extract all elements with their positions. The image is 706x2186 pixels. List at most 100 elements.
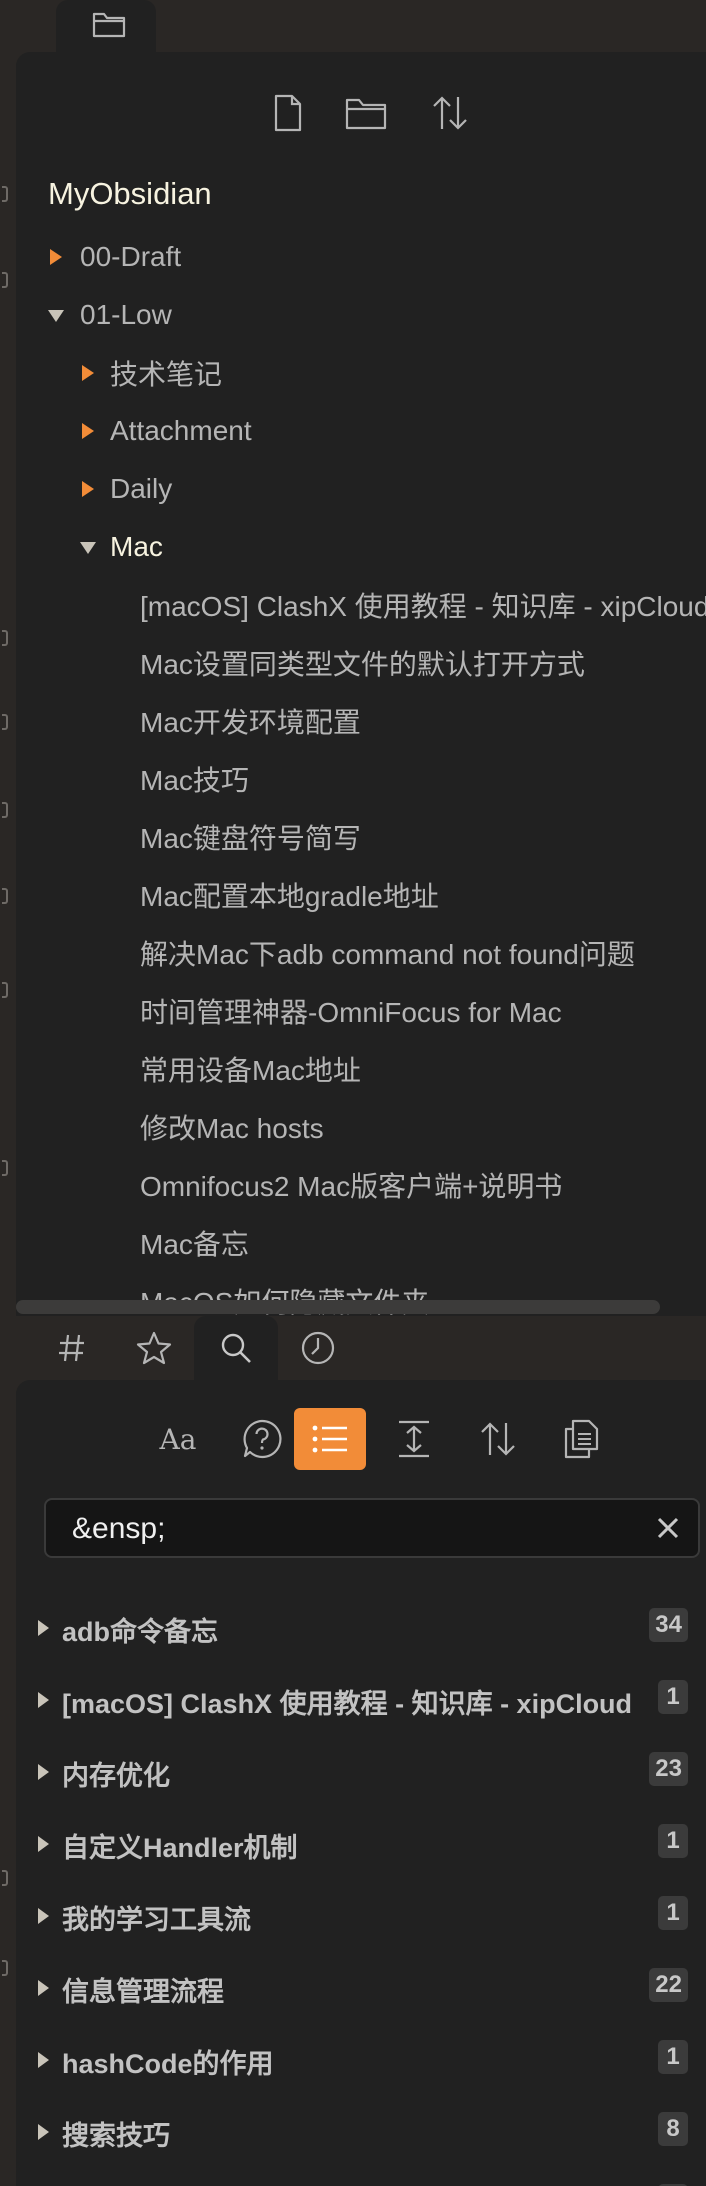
search-result-row[interactable]: adb命令备忘 34 xyxy=(16,1598,706,1658)
match-count-badge: 23 xyxy=(649,1752,688,1786)
sort-icon xyxy=(433,96,467,130)
search-result-title: 信息管理流程 xyxy=(62,1977,224,2007)
tab-recent[interactable] xyxy=(276,1316,360,1380)
chevron-right-icon[interactable] xyxy=(38,1836,49,1852)
ribbon-icon[interactable] xyxy=(2,802,8,818)
tree-item-label: 修改Mac hosts xyxy=(140,1113,324,1144)
chevron-right-icon[interactable] xyxy=(82,481,94,497)
help-icon xyxy=(243,1419,282,1459)
chevron-right-icon[interactable] xyxy=(38,1692,49,1708)
search-result-title: 内存优化 xyxy=(62,1761,170,1791)
chevron-right-icon[interactable] xyxy=(38,1764,49,1780)
tab-file-explorer[interactable] xyxy=(56,0,156,52)
search-result-title: 搜索技巧 xyxy=(62,2121,170,2151)
search-result-row[interactable]: 搜索技巧 8 xyxy=(16,2102,706,2162)
vault-title[interactable]: MyObsidian xyxy=(48,176,212,212)
tree-folder[interactable]: 技术笔记 xyxy=(16,344,706,402)
match-count-badge: 34 xyxy=(649,1608,688,1642)
copy-icon xyxy=(564,1419,599,1459)
tree-file[interactable]: Mac开发环境配置 xyxy=(16,692,706,750)
search-result-row[interactable]: 我的学习工具流 1 xyxy=(16,1886,706,1946)
match-count-badge: 22 xyxy=(649,1968,688,2002)
chevron-right-icon[interactable] xyxy=(82,423,94,439)
clock-icon xyxy=(301,1331,335,1365)
tree-file[interactable]: Mac键盘符号简写 xyxy=(16,808,706,866)
tree-folder[interactable]: Attachment xyxy=(16,402,706,460)
tree-file[interactable]: 解决Mac下adb command not found问题 xyxy=(16,924,706,982)
new-note-button[interactable] xyxy=(264,90,312,136)
tree-file[interactable]: 修改Mac hosts xyxy=(16,1098,706,1156)
chevron-down-icon[interactable] xyxy=(48,310,64,322)
tree-item-label: 01-Low xyxy=(80,299,172,330)
new-folder-icon xyxy=(345,98,387,130)
tree-folder[interactable]: 00-Draft xyxy=(16,228,706,286)
ribbon-icon[interactable] xyxy=(2,272,8,288)
sort-button[interactable] xyxy=(426,90,474,136)
chevron-right-icon[interactable] xyxy=(50,249,62,265)
file-explorer-panel: MyObsidian 00-Draft 01-Low 技术笔记 Attachment D… xyxy=(16,52,706,1316)
match-case-button[interactable]: Aa xyxy=(142,1408,214,1470)
tree-file[interactable]: Mac设置同类型文件的默认打开方式 xyxy=(16,634,706,692)
ribbon-icon[interactable] xyxy=(2,186,8,202)
ribbon-icon[interactable] xyxy=(2,888,8,904)
tree-item-label: 常用设备Mac地址 xyxy=(140,1055,361,1086)
explain-search-toggle[interactable] xyxy=(294,1408,366,1470)
new-folder-button[interactable] xyxy=(342,90,390,136)
ribbon-icon[interactable] xyxy=(2,982,8,998)
clear-search-button[interactable] xyxy=(652,1512,684,1544)
tree-item-label: 解决Mac下adb command not found问题 xyxy=(140,939,635,970)
tree-item-label: Mac设置同类型文件的默认打开方式 xyxy=(140,649,585,680)
chevron-down-icon[interactable] xyxy=(80,542,96,554)
tree-folder[interactable]: 01-Low xyxy=(16,286,706,344)
search-result-title: 自定义Handler机制 xyxy=(62,1833,298,1863)
left-ribbon xyxy=(0,0,16,2186)
tab-search[interactable] xyxy=(194,1316,278,1380)
tree-file[interactable]: 常用设备Mac地址 xyxy=(16,1040,706,1098)
chevron-right-icon[interactable] xyxy=(38,1908,49,1924)
search-result-title: 我的学习工具流 xyxy=(62,1905,251,1935)
search-input[interactable] xyxy=(72,1510,632,1548)
tree-item-label: 时间管理神器-OmniFocus for Mac xyxy=(140,997,562,1028)
horizontal-scrollbar[interactable] xyxy=(16,1300,660,1314)
search-sort-button[interactable] xyxy=(462,1408,534,1470)
chevron-right-icon[interactable] xyxy=(38,2052,49,2068)
expand-icon xyxy=(399,1420,429,1458)
ribbon-icon[interactable] xyxy=(2,1960,8,1976)
search-result-row[interactable]: 基金定投模拟计算2 xyxy=(16,2174,706,2186)
search-result-row[interactable]: 内存优化 23 xyxy=(16,1742,706,1802)
copy-results-button[interactable] xyxy=(546,1408,618,1470)
match-count-badge: 1 xyxy=(658,1680,688,1714)
close-icon xyxy=(657,1517,679,1539)
match-count-badge: 8 xyxy=(658,2112,688,2146)
tree-file[interactable]: Mac配置本地gradle地址 xyxy=(16,866,706,924)
match-case-icon: Aa xyxy=(159,1422,197,1456)
search-box xyxy=(44,1498,700,1558)
tree-file[interactable]: [macOS] ClashX 使用教程 - 知识库 - xipCloud xyxy=(16,576,706,634)
top-tab-strip xyxy=(16,0,706,52)
ribbon-icon[interactable] xyxy=(2,630,8,646)
ribbon-icon[interactable] xyxy=(2,714,8,730)
ribbon-icon[interactable] xyxy=(2,1870,8,1886)
tree-file[interactable]: Omnifocus2 Mac版客户端+说明书 xyxy=(16,1156,706,1214)
chevron-right-icon[interactable] xyxy=(82,365,94,381)
chevron-right-icon[interactable] xyxy=(38,2124,49,2140)
tree-item-label: 00-Draft xyxy=(80,241,182,272)
ribbon-icon[interactable] xyxy=(2,1160,8,1176)
tree-file[interactable]: Mac备忘 xyxy=(16,1214,706,1272)
match-count-badge: 1 xyxy=(658,1896,688,1930)
chevron-right-icon[interactable] xyxy=(38,1620,49,1636)
search-help-button[interactable] xyxy=(226,1408,298,1470)
tree-file[interactable]: Mac技巧 xyxy=(16,750,706,808)
tab-tags[interactable] xyxy=(30,1316,114,1380)
chevron-right-icon[interactable] xyxy=(38,1980,49,1996)
expand-all-button[interactable] xyxy=(378,1408,450,1470)
match-count-badge: 1 xyxy=(658,2040,688,2074)
search-result-row[interactable]: 信息管理流程 22 xyxy=(16,1958,706,2018)
tree-file[interactable]: 时间管理神器-OmniFocus for Mac xyxy=(16,982,706,1040)
tree-folder[interactable]: Daily xyxy=(16,460,706,518)
tree-folder[interactable]: Mac xyxy=(16,518,706,576)
search-result-row[interactable]: hashCode的作用 1 xyxy=(16,2030,706,2090)
search-result-row[interactable]: 自定义Handler机制 1 xyxy=(16,1814,706,1874)
tab-starred[interactable] xyxy=(112,1316,196,1380)
search-result-row[interactable]: [macOS] ClashX 使用教程 - 知识库 - xipCloud 1 xyxy=(16,1670,706,1730)
